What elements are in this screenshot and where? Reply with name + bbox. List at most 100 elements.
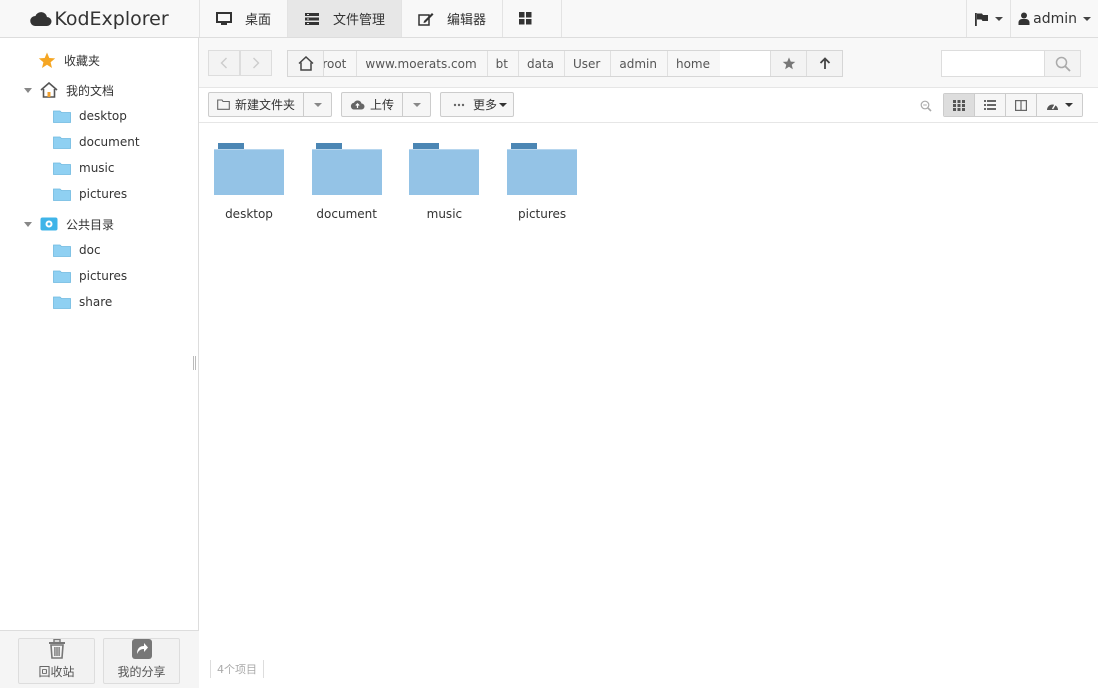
- sidebar-folder-item[interactable]: pictures: [52, 181, 127, 207]
- parent-folder-button[interactable]: [806, 51, 842, 76]
- upload-dropdown[interactable]: [402, 93, 430, 116]
- nav-file-manager[interactable]: 文件管理: [287, 0, 402, 37]
- address-home-button[interactable]: [288, 51, 324, 76]
- folder-icon: [52, 268, 72, 284]
- breadcrumb-item[interactable]: home: [666, 51, 720, 76]
- forward-button[interactable]: [240, 50, 272, 76]
- home-icon: [297, 56, 314, 71]
- sidebar-bottom: 回收站 我的分享: [0, 630, 199, 688]
- list-view-icon: [984, 100, 996, 110]
- new-folder-dropdown[interactable]: [303, 93, 331, 116]
- star-icon: [782, 57, 795, 70]
- split-view-button[interactable]: [1006, 94, 1037, 116]
- nav-file-manager-label: 文件管理: [333, 13, 386, 28]
- sidebar-folder-item[interactable]: doc: [52, 237, 101, 263]
- folder-icon: [52, 134, 72, 150]
- recycle-bin-button[interactable]: 回收站: [18, 638, 95, 684]
- breadcrumb-item[interactable]: bt: [486, 51, 518, 76]
- sidebar-item-my-docs[interactable]: 我的文档: [24, 77, 114, 103]
- folder-icon: [52, 242, 72, 258]
- nav-editor[interactable]: 编辑器: [401, 0, 502, 37]
- file-item[interactable]: music: [399, 143, 489, 233]
- sidebar-folder-item[interactable]: share: [52, 289, 112, 315]
- upload-button[interactable]: 上传: [342, 93, 402, 116]
- file-item[interactable]: document: [302, 143, 392, 233]
- sidebar-folder-item[interactable]: pictures: [52, 263, 127, 289]
- breadcrumb-item[interactable]: admin: [610, 51, 667, 76]
- address-input-area[interactable]: [720, 51, 770, 76]
- folder-outline-icon: [217, 99, 230, 110]
- sidebar-folder-item[interactable]: desktop: [52, 103, 127, 129]
- breadcrumb-item[interactable]: /wwroot: [324, 51, 357, 76]
- grid-view-button[interactable]: [944, 94, 975, 116]
- folder-icon: [52, 108, 72, 124]
- folder-icon: [214, 143, 284, 198]
- back-button[interactable]: [208, 50, 240, 76]
- theme-settings-button[interactable]: [1037, 94, 1082, 116]
- chevron-down-icon: [995, 16, 1004, 21]
- user-name: admin: [1033, 10, 1077, 27]
- sidebar-resize-handle[interactable]: [193, 356, 196, 370]
- more-label: 更多: [473, 98, 498, 112]
- arrow-up-icon: [819, 57, 830, 69]
- sidebar-item-public[interactable]: 公共目录: [24, 211, 114, 237]
- file-item[interactable]: pictures: [497, 143, 587, 233]
- list-view-button[interactable]: [975, 94, 1006, 116]
- sidebar-item-favorites[interactable]: 收藏夹: [37, 47, 100, 73]
- folder-icon: [52, 294, 72, 310]
- breadcrumb-item[interactable]: www.moerats.com: [356, 51, 487, 76]
- nav-editor-label: 编辑器: [447, 13, 487, 28]
- path-bar: /wwrootwww.moerats.combtdataUseradminhom…: [199, 38, 1098, 88]
- new-folder-label: 新建文件夹: [235, 98, 296, 112]
- my-share-button[interactable]: 我的分享: [103, 638, 180, 684]
- chevron-down-icon: [1065, 103, 1073, 107]
- upload-label: 上传: [370, 98, 395, 112]
- cloud-upload-icon: [350, 100, 365, 110]
- tree-toggle-icon[interactable]: [24, 221, 32, 227]
- server-icon: [305, 12, 320, 25]
- nav-apps[interactable]: [502, 0, 563, 37]
- breadcrumb-item[interactable]: data: [517, 51, 564, 76]
- zoom-icon[interactable]: [920, 100, 932, 112]
- sidebar-item-label: 我的文档: [66, 83, 115, 98]
- nav-desktop[interactable]: 桌面: [199, 0, 287, 37]
- folder-icon: [507, 143, 578, 198]
- folder-icon: [52, 160, 72, 176]
- folder-icon: [52, 186, 72, 202]
- more-button-inner: 更多: [441, 93, 513, 116]
- new-folder-button-group: 新建文件夹: [208, 92, 333, 117]
- search-input[interactable]: [942, 51, 1044, 76]
- sidebar-item-label: 公共目录: [66, 217, 115, 232]
- cloud-icon: [30, 11, 52, 26]
- language-menu[interactable]: [966, 0, 1010, 37]
- share-icon: [131, 639, 152, 659]
- breadcrumb-item[interactable]: User: [564, 51, 611, 76]
- grid-icon: [519, 12, 532, 25]
- sidebar-folder-item[interactable]: music: [52, 155, 114, 181]
- folder-icon: [311, 143, 382, 198]
- folder-icon: [409, 143, 480, 198]
- sidebar-folder-label: desktop: [79, 109, 127, 123]
- favorite-path-button[interactable]: [770, 51, 806, 76]
- file-name: music: [426, 207, 463, 221]
- sidebar-folder-label: doc: [79, 243, 101, 257]
- tree-toggle-icon[interactable]: [24, 87, 32, 93]
- file-name: pictures: [518, 207, 567, 221]
- chevron-down-icon: [412, 102, 421, 107]
- file-item[interactable]: desktop: [204, 143, 294, 233]
- user-menu[interactable]: admin: [1010, 0, 1098, 37]
- file-name: desktop: [225, 207, 273, 221]
- more-button[interactable]: 更多: [440, 92, 515, 117]
- sidebar-folder-item[interactable]: document: [52, 129, 140, 155]
- chevron-right-icon: [253, 57, 260, 69]
- upload-button-group: 上传: [341, 92, 432, 117]
- sidebar: 收藏夹 我的文档 desktop document music pictures 公共…: [0, 38, 199, 688]
- sidebar-folder-label: share: [79, 295, 113, 309]
- sidebar-item-label: 收藏夹: [64, 53, 101, 68]
- star-icon: [37, 52, 57, 68]
- search-button[interactable]: [1044, 51, 1080, 76]
- new-folder-button[interactable]: 新建文件夹: [209, 93, 303, 116]
- address-bar[interactable]: /wwrootwww.moerats.combtdataUseradminhom…: [287, 50, 843, 77]
- chevron-down-icon: [313, 102, 322, 107]
- app-brand[interactable]: KodExplorer: [0, 0, 199, 37]
